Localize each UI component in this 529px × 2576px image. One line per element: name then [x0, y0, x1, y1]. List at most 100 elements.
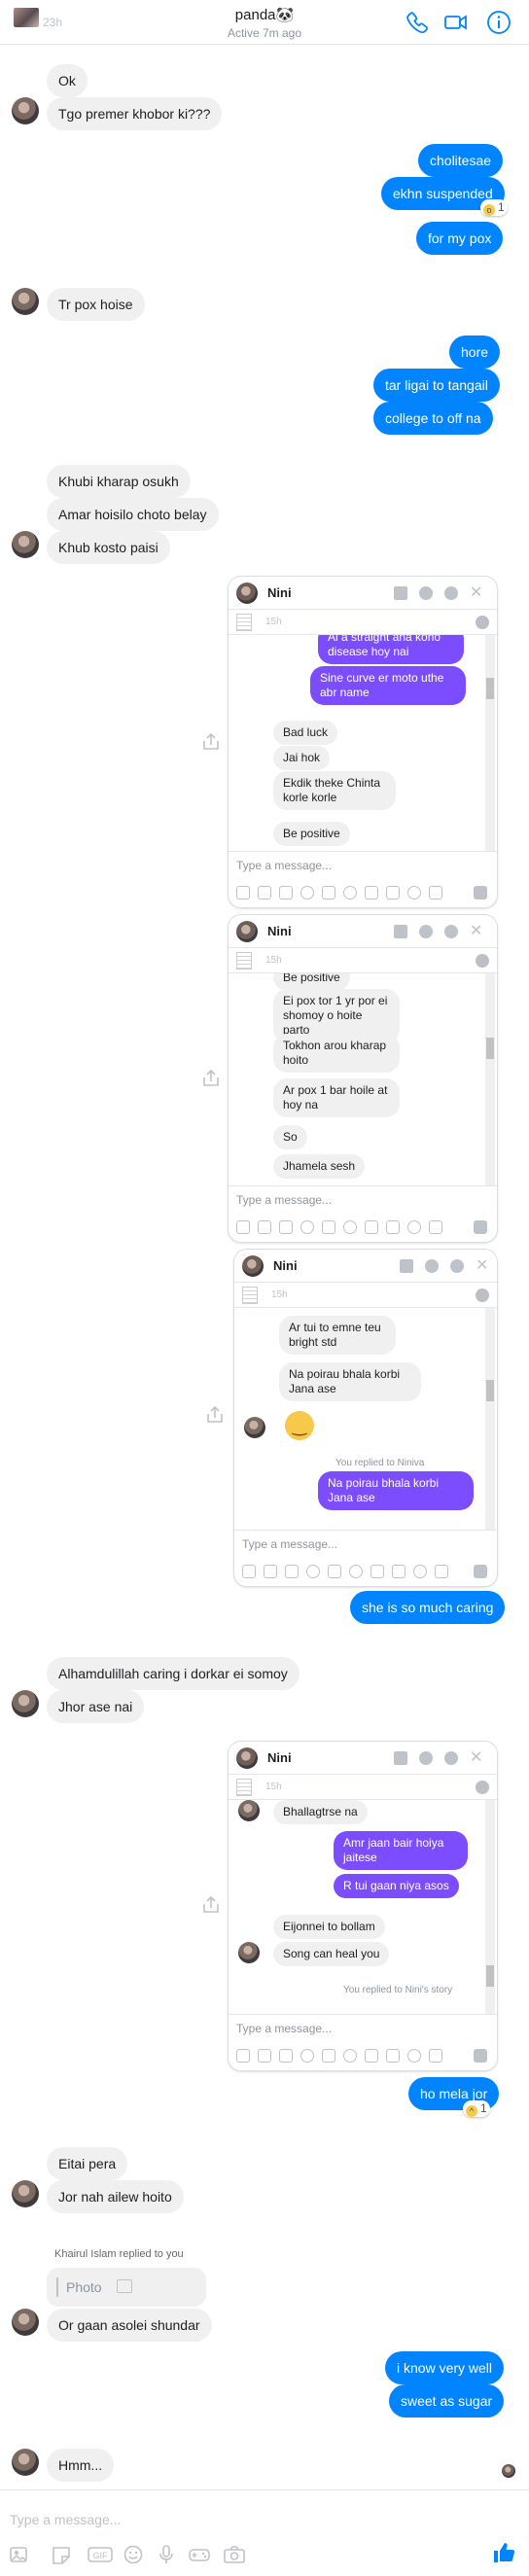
close-icon: ✕ [470, 923, 483, 939]
message-incoming[interactable]: Amar hoisilo choto belay [47, 498, 219, 531]
message-outgoing[interactable]: she is so much caring [350, 1591, 506, 1624]
screenshot-message: Jhamela sesh [273, 1154, 366, 1179]
screenshot-toolbar [242, 1563, 489, 1580]
screenshot-compose: Type a message... [234, 1530, 497, 1586]
screenshot-avatar [236, 1747, 258, 1769]
message-incoming[interactable]: Tgo premer khobor ki??? [47, 97, 223, 130]
screenshot-header: Nini ✕ [229, 1742, 497, 1775]
message-incoming[interactable]: Ok [47, 64, 88, 97]
screenshot-contact-name: Nini [267, 924, 292, 938]
sender-avatar[interactable] [12, 288, 39, 315]
message-outgoing[interactable]: sweet as sugar [389, 2384, 505, 2417]
message-composer: Type a message... GIF [0, 2489, 529, 2576]
screenshot-message: Be positive [273, 973, 350, 990]
image-icon[interactable] [10, 2545, 31, 2564]
gear-icon [450, 1259, 464, 1273]
share-icon[interactable] [200, 1894, 222, 1916]
screenshot-placeholder: Type a message... [236, 1193, 333, 1207]
reply-note: You replied to Nini's story [343, 1985, 453, 1995]
shared-screenshot[interactable]: Nini ✕ 15h Ai a straight ana kono diseas… [228, 576, 498, 908]
screenshot-avatar [242, 1255, 264, 1277]
thumbnail-icon [242, 1287, 258, 1304]
sticker-icon[interactable] [51, 2545, 72, 2564]
screenshot-message: Ai a straight ana kono disease hoy nai [318, 635, 464, 664]
screenshot-message: Ar pox 1 bar hoile at hoy na [273, 1078, 400, 1117]
message-outgoing[interactable]: i know very well [385, 2351, 505, 2384]
messenger-icon [476, 616, 489, 629]
video-icon [394, 586, 407, 600]
share-icon[interactable] [200, 1068, 222, 1089]
message-incoming[interactable]: Alhamdulillah caring i dorkar ei somoy [47, 1657, 300, 1690]
message-outgoing[interactable]: hore [449, 335, 501, 369]
game-icon[interactable] [189, 2545, 210, 2564]
message-incoming[interactable]: Tr pox hoise [47, 288, 145, 321]
screenshot-toolbar [236, 884, 489, 901]
video-icon [394, 1751, 407, 1765]
message-outgoing[interactable]: college to off na [373, 402, 493, 435]
message-incoming[interactable]: Eitai pera [47, 2147, 128, 2180]
close-icon: ✕ [476, 1257, 489, 1274]
phone-icon[interactable] [405, 10, 430, 35]
gear-icon [444, 925, 458, 938]
message-input[interactable]: Type a message... [10, 2512, 121, 2527]
message-incoming[interactable]: Hmm... [47, 2449, 115, 2482]
reaction-count: 1 [480, 2101, 487, 2115]
screenshot-messages: Ar tui to emne teu bright std Na poirau … [234, 1308, 497, 1532]
message-outgoing[interactable]: tar ligai to tangail [373, 369, 500, 402]
mic-icon[interactable] [156, 2545, 177, 2564]
screenshot-message: Amr jaan bair hoiya jaitese [334, 1831, 468, 1870]
video-icon [394, 925, 407, 938]
share-icon[interactable] [200, 731, 222, 753]
shared-screenshot[interactable]: Nini ✕ 15h Be positive Ei pox tor 1 yr p… [228, 914, 498, 1243]
screenshot-time: 15h [265, 955, 282, 966]
message-outgoing[interactable]: cholitesae [418, 144, 504, 177]
chat-header: 23h panda🐼 Active 7m ago [0, 0, 529, 45]
sender-avatar[interactable] [12, 531, 39, 558]
sender-avatar[interactable] [12, 2309, 39, 2336]
screenshot-message: Na poirau bhala korbi Jana ase [279, 1362, 421, 1401]
reply-note: You replied to Niniva [335, 1458, 425, 1468]
screenshot-messages: Be positive Ei pox tor 1 yr por ei shomo… [229, 973, 497, 1187]
screenshot-compose: Type a message... [229, 1185, 497, 1242]
sender-avatar[interactable] [12, 1690, 39, 1717]
gif-icon[interactable]: GIF [88, 2545, 113, 2564]
camera-icon[interactable] [224, 2545, 245, 2564]
thumbnail-icon [236, 614, 252, 631]
phone-icon [419, 925, 433, 938]
reaction-badge[interactable]: ^ 1 [463, 2100, 490, 2117]
message-incoming[interactable]: Jhor ase nai [47, 1690, 145, 1723]
like-icon[interactable] [492, 2541, 515, 2564]
replied-photo-preview[interactable]: Photo [47, 2268, 206, 2307]
close-icon: ✕ [470, 584, 483, 601]
phone-icon [419, 586, 433, 600]
thumbnail-icon [236, 1779, 252, 1796]
screenshot-message: Sine curve er moto uthe abr name [310, 666, 466, 705]
screenshot-scrollbar [485, 1800, 495, 2016]
screenshot-avatar [236, 921, 258, 942]
screenshot-message: Eijonnei to bollam [273, 1915, 385, 1939]
share-icon[interactable] [204, 1404, 226, 1426]
message-outgoing[interactable]: for my pox [416, 222, 504, 255]
screenshot-subheader: 15h [229, 610, 497, 635]
reaction-badge[interactable]: o1 [480, 199, 508, 216]
sender-avatar[interactable] [12, 2180, 39, 2207]
screenshot-compose: Type a message... [229, 2014, 497, 2070]
screenshot-avatar [238, 1942, 260, 1963]
sender-avatar[interactable] [12, 97, 39, 124]
screenshot-time: 15h [265, 1782, 282, 1792]
photo-label: Photo [66, 2279, 102, 2295]
video-icon[interactable] [443, 10, 469, 35]
screenshot-message: Bhallagtrse na [273, 1800, 368, 1824]
message-incoming[interactable]: Khubi kharap osukh [47, 465, 191, 498]
message-incoming[interactable]: Jor nah ailew hoito [47, 2180, 184, 2213]
sender-avatar[interactable] [12, 2449, 39, 2476]
screenshot-header: Nini ✕ [234, 1250, 497, 1283]
message-incoming[interactable]: Khub kosto paisi [47, 531, 170, 564]
shared-screenshot[interactable]: Nini ✕ 15h Ar tui to emne teu bright std… [233, 1249, 498, 1587]
message-incoming[interactable]: Or gaan asolei shundar [47, 2309, 212, 2342]
info-icon[interactable] [486, 10, 511, 35]
emoji-icon[interactable] [123, 2545, 144, 2564]
thumbnail-icon [236, 952, 252, 970]
shared-screenshot[interactable]: Nini ✕ 15h Bhallagtrse na Amr jaan bair … [228, 1741, 498, 2071]
screenshot-message: So [273, 1125, 307, 1149]
